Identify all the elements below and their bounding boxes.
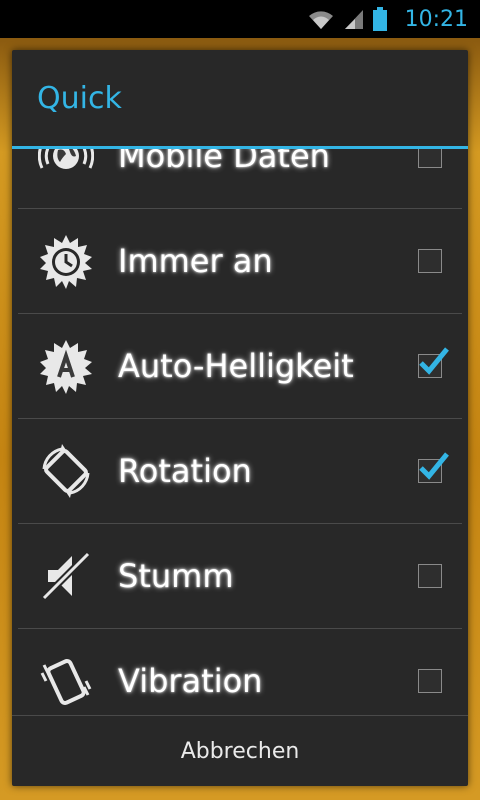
item-label: Immer an — [118, 242, 273, 280]
vibrate-icon — [40, 659, 92, 705]
clock-sun-icon — [40, 235, 92, 289]
rotation-icon — [42, 444, 90, 498]
settings-list[interactable]: Mobile Daten Immer an Auto-Helligkeit Ro… — [12, 149, 468, 715]
checkbox-vibration[interactable] — [418, 669, 442, 693]
signal-icon — [344, 10, 363, 29]
list-item-auto-helligkeit[interactable]: Auto-Helligkeit — [18, 314, 462, 419]
checkbox-immer-an[interactable] — [418, 249, 442, 273]
status-time: 10:21 — [404, 6, 468, 32]
globe-icon — [38, 149, 94, 169]
mute-icon — [41, 551, 91, 601]
dialog-title: Quick — [37, 80, 122, 116]
item-label: Vibration — [118, 662, 263, 700]
checkmark-icon — [419, 347, 449, 375]
list-item-rotation[interactable]: Rotation — [18, 419, 462, 524]
battery-icon — [372, 7, 387, 31]
checkmark-icon — [419, 452, 449, 480]
status-icons: 10:21 — [307, 0, 480, 38]
quick-settings-dialog: Quick Mobile Daten Immer an Auto-Helligk… — [12, 50, 468, 786]
checkbox-mobile-daten[interactable] — [418, 149, 442, 168]
list-item-stumm[interactable]: Stumm — [18, 524, 462, 629]
list-item-immer-an[interactable]: Immer an — [18, 209, 462, 314]
auto-brightness-icon — [40, 340, 92, 394]
item-label: Stumm — [118, 557, 234, 595]
checkbox-stumm[interactable] — [418, 564, 442, 588]
item-label: Rotation — [118, 452, 252, 490]
item-label: Mobile Daten — [118, 149, 330, 175]
cancel-button[interactable]: Abbrechen — [12, 716, 468, 786]
checkbox-rotation[interactable] — [418, 452, 449, 483]
list-item-vibration[interactable]: Vibration — [18, 629, 462, 715]
list-item-mobile-daten[interactable]: Mobile Daten — [18, 149, 462, 209]
checkbox-auto-helligkeit[interactable] — [418, 347, 449, 378]
wifi-icon — [308, 11, 333, 29]
status-bar: 10:21 — [0, 0, 480, 38]
item-label: Auto-Helligkeit — [118, 347, 354, 385]
